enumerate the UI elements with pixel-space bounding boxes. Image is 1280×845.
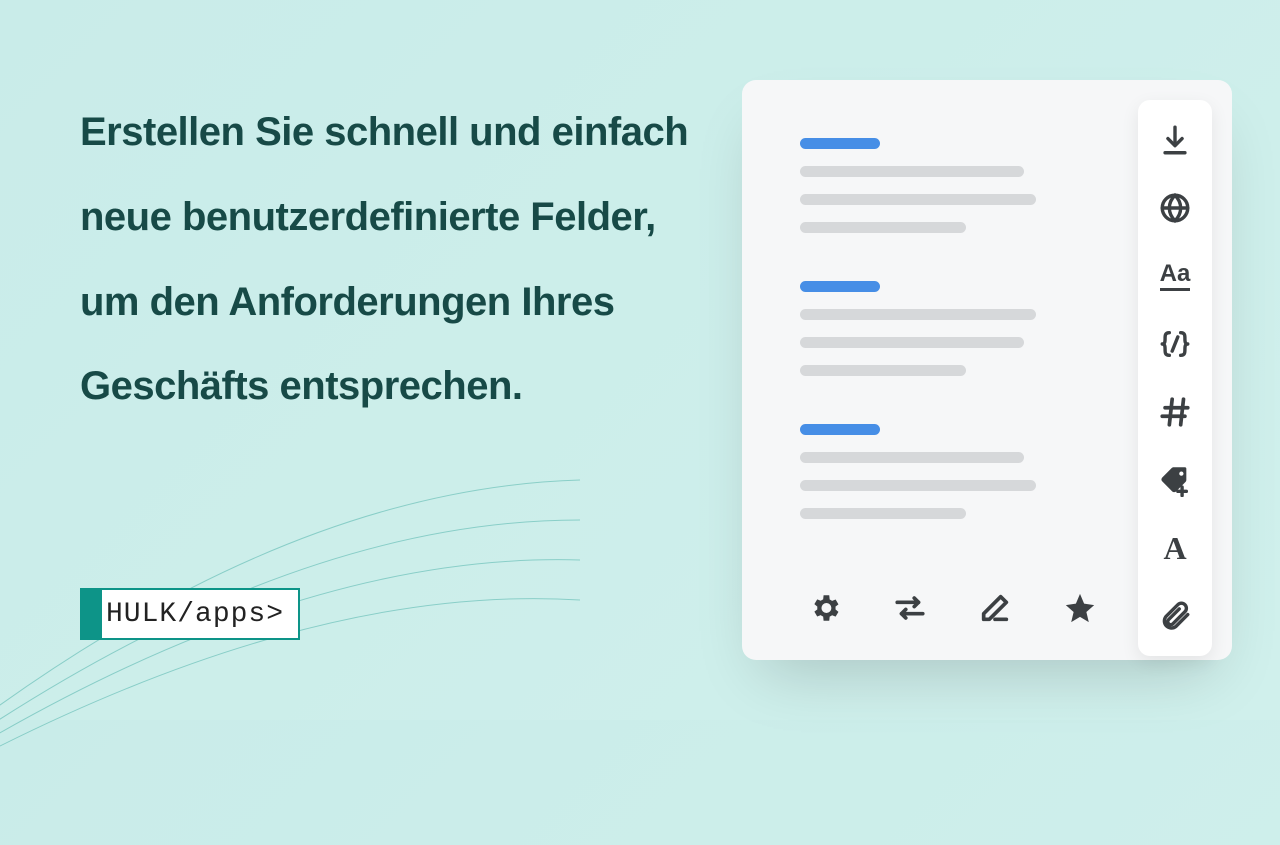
brand-logo: HULK/apps> bbox=[80, 588, 300, 640]
globe-icon[interactable] bbox=[1155, 188, 1195, 228]
field-title-placeholder bbox=[800, 138, 880, 149]
tag-add-icon[interactable] bbox=[1155, 460, 1195, 500]
star-icon[interactable] bbox=[1060, 588, 1100, 628]
text-line-placeholder bbox=[800, 337, 1024, 348]
download-icon[interactable] bbox=[1155, 120, 1195, 160]
text-line-placeholder bbox=[800, 166, 1024, 177]
editor-card: Aa A bbox=[742, 80, 1232, 660]
text-line-placeholder bbox=[800, 452, 1024, 463]
headline-text: Erstellen Sie schnell und einfach neue b… bbox=[80, 90, 710, 429]
text-line-placeholder bbox=[800, 480, 1036, 491]
attachment-icon[interactable] bbox=[1155, 596, 1195, 636]
text-line-placeholder bbox=[800, 508, 966, 519]
field-title-placeholder bbox=[800, 281, 880, 292]
swap-icon[interactable] bbox=[890, 588, 930, 628]
hash-icon[interactable] bbox=[1155, 392, 1195, 432]
typography-icon[interactable]: Aa bbox=[1155, 256, 1195, 296]
code-icon[interactable] bbox=[1155, 324, 1195, 364]
document-preview bbox=[800, 138, 1060, 567]
font-icon[interactable]: A bbox=[1155, 528, 1195, 568]
side-toolbar: Aa A bbox=[1138, 100, 1212, 656]
text-line-placeholder bbox=[800, 194, 1036, 205]
brand-name: HULK/apps> bbox=[102, 590, 298, 638]
settings-icon[interactable] bbox=[805, 588, 845, 628]
text-line-placeholder bbox=[800, 309, 1036, 320]
bottom-toolbar bbox=[782, 576, 1122, 640]
text-line-placeholder bbox=[800, 222, 966, 233]
field-title-placeholder bbox=[800, 424, 880, 435]
edit-icon[interactable] bbox=[975, 588, 1015, 628]
text-line-placeholder bbox=[800, 365, 966, 376]
